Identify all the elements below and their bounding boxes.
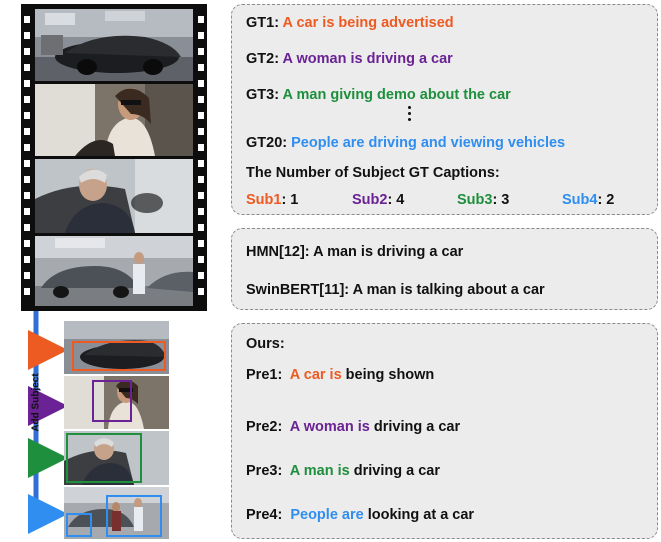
ground-truth-panel: GT1: A car is being advertised GT2: A wo… [231,4,658,215]
subject-count-3: Sub3: 3 [457,192,510,208]
subject-box-woman [92,380,132,422]
subject-count-4: Sub4: 2 [562,192,615,208]
gt1-caption: GT1: A car is being advertised [246,15,454,31]
subject-box-person-1 [66,513,92,537]
subject-count-heading: The Number of Subject GT Captions: [246,165,500,181]
subject-box-car [72,341,166,371]
pred-4-caption: Pre4: People are looking at a car [246,507,475,523]
subject-crop-2 [64,376,169,429]
subject-box-person-2 [106,495,162,537]
pred-2-caption: Pre2: A woman is driving a car [246,419,461,435]
subject-crop-1 [64,321,169,374]
subject-box-man [66,433,142,483]
add-subject-label: Add Subject [30,373,42,432]
subject-crop-3 [64,431,169,485]
subject-count-1: Sub1: 1 [246,192,299,208]
subject-count-2: Sub2: 4 [352,192,405,208]
ellipsis-vertical-icon [407,106,413,124]
pred-3-caption: Pre3: A man is driving a car [246,463,440,479]
subject-crop-4 [64,487,169,539]
pred-1-caption: Pre1: A car is being shown [246,367,435,383]
gt2-caption: GT2: A woman is driving a car [246,51,453,67]
baseline-results-panel: HMN[12]: A man is driving a car SwinBERT… [231,228,658,310]
gt20-caption: GT20: People are driving and viewing veh… [246,135,566,151]
ours-title: Ours: [246,336,285,352]
ours-results-panel: Ours: Pre1: A car is being shown Pre2: A… [231,323,658,539]
hmn-caption: HMN[12]: A man is driving a car [246,244,464,260]
swinbert-caption: SwinBERT[11]: A man is talking about a c… [246,282,545,298]
gt3-caption: GT3: A man giving demo about the car [246,87,511,103]
